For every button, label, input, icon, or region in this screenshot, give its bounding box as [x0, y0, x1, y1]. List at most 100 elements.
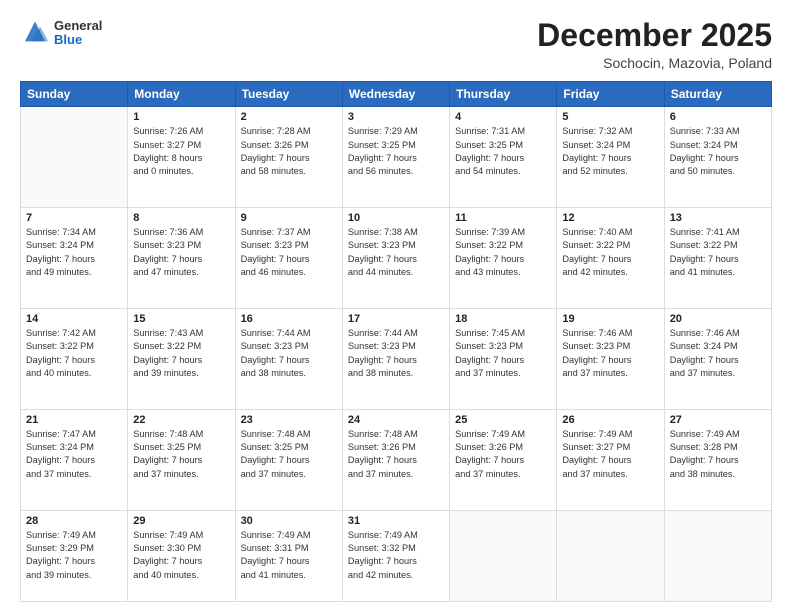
day-number: 3 — [348, 111, 444, 123]
table-cell: 10Sunrise: 7:38 AMSunset: 3:23 PMDayligh… — [342, 208, 449, 309]
cell-text: Sunrise: 7:49 AMSunset: 3:29 PMDaylight:… — [26, 529, 122, 582]
cell-text: Sunrise: 7:46 AMSunset: 3:23 PMDaylight:… — [562, 327, 658, 380]
col-wednesday: Wednesday — [342, 82, 449, 107]
cell-text: Sunrise: 7:43 AMSunset: 3:22 PMDaylight:… — [133, 327, 229, 380]
table-cell: 27Sunrise: 7:49 AMSunset: 3:28 PMDayligh… — [664, 409, 771, 510]
table-cell: 19 Sunrise: 7:46 AMSunset: 3:23 PMDayligh… — [557, 308, 664, 409]
cell-text: Sunrise: 7:48 AMSunset: 3:25 PMDaylight:… — [241, 428, 337, 481]
day-number: 7 — [26, 212, 122, 224]
day-number: 21 — [26, 414, 122, 426]
week-row-1: 1 Sunrise: 7:26 AMSunset: 3:27 PMDaylight… — [21, 107, 772, 208]
cell-text: Sunrise: 7:49 AMSunset: 3:31 PMDaylight:… — [241, 529, 337, 582]
day-number: 10 — [348, 212, 444, 224]
calendar-table: Sunday Monday Tuesday Wednesday Thursday… — [20, 81, 772, 602]
cell-text: Sunrise: 7:44 AMSunset: 3:23 PMDaylight:… — [348, 327, 444, 380]
week-row-5: 28 Sunrise: 7:49 AMSunset: 3:29 PMDayligh… — [21, 510, 772, 602]
day-number: 28 — [26, 515, 122, 527]
day-number: 4 — [455, 111, 551, 123]
cell-text: Sunrise: 7:33 AMSunset: 3:24 PMDaylight:… — [670, 125, 766, 178]
logo: General Blue — [20, 18, 102, 48]
cell-text: Sunrise: 7:42 AMSunset: 3:22 PMDaylight:… — [26, 327, 122, 380]
day-number: 26 — [562, 414, 658, 426]
cell-text: Sunrise: 7:45 AMSunset: 3:23 PMDaylight:… — [455, 327, 551, 380]
table-cell — [557, 510, 664, 602]
cell-text: Sunrise: 7:49 AMSunset: 3:30 PMDaylight:… — [133, 529, 229, 582]
table-cell: 11 Sunrise: 7:39 AMSunset: 3:22 PMDayligh… — [450, 208, 557, 309]
col-sunday: Sunday — [21, 82, 128, 107]
logo-blue: Blue — [54, 33, 102, 47]
day-number: 17 — [348, 313, 444, 325]
location: Sochocin, Mazovia, Poland — [537, 55, 772, 71]
month-year: December 2025 — [537, 18, 772, 53]
page: General Blue December 2025 Sochocin, Maz… — [0, 0, 792, 612]
table-cell: 26 Sunrise: 7:49 AMSunset: 3:27 PMDayligh… — [557, 409, 664, 510]
table-cell: 9 Sunrise: 7:37 AMSunset: 3:23 PMDaylight… — [235, 208, 342, 309]
day-number: 25 — [455, 414, 551, 426]
calendar-header-row: Sunday Monday Tuesday Wednesday Thursday… — [21, 82, 772, 107]
day-number: 13 — [670, 212, 766, 224]
table-cell: 8 Sunrise: 7:36 AMSunset: 3:23 PMDaylight… — [128, 208, 235, 309]
table-cell — [450, 510, 557, 602]
cell-text: Sunrise: 7:36 AMSunset: 3:23 PMDaylight:… — [133, 226, 229, 279]
table-cell: 1 Sunrise: 7:26 AMSunset: 3:27 PMDaylight… — [128, 107, 235, 208]
week-row-4: 21 Sunrise: 7:47 AMSunset: 3:24 PMDayligh… — [21, 409, 772, 510]
col-thursday: Thursday — [450, 82, 557, 107]
cell-text: Sunrise: 7:48 AMSunset: 3:26 PMDaylight:… — [348, 428, 444, 481]
table-cell: 30 Sunrise: 7:49 AMSunset: 3:31 PMDayligh… — [235, 510, 342, 602]
table-cell: 22 Sunrise: 7:48 AMSunset: 3:25 PMDayligh… — [128, 409, 235, 510]
table-cell: 24 Sunrise: 7:48 AMSunset: 3:26 PMDayligh… — [342, 409, 449, 510]
week-row-2: 7Sunrise: 7:34 AMSunset: 3:24 PMDaylight… — [21, 208, 772, 309]
cell-text: Sunrise: 7:49 AMSunset: 3:32 PMDaylight:… — [348, 529, 444, 582]
cell-text: Sunrise: 7:26 AMSunset: 3:27 PMDaylight:… — [133, 125, 229, 178]
table-cell: 5Sunrise: 7:32 AMSunset: 3:24 PMDaylight… — [557, 107, 664, 208]
table-cell: 16Sunrise: 7:44 AMSunset: 3:23 PMDayligh… — [235, 308, 342, 409]
cell-text: Sunrise: 7:39 AMSunset: 3:22 PMDaylight:… — [455, 226, 551, 279]
week-row-3: 14 Sunrise: 7:42 AMSunset: 3:22 PMDayligh… — [21, 308, 772, 409]
cell-text: Sunrise: 7:31 AMSunset: 3:25 PMDaylight:… — [455, 125, 551, 178]
table-cell: 2Sunrise: 7:28 AMSunset: 3:26 PMDaylight… — [235, 107, 342, 208]
day-number: 23 — [241, 414, 337, 426]
col-saturday: Saturday — [664, 82, 771, 107]
day-number: 16 — [241, 313, 337, 325]
table-cell: 25 Sunrise: 7:49 AMSunset: 3:26 PMDayligh… — [450, 409, 557, 510]
table-cell: 28 Sunrise: 7:49 AMSunset: 3:29 PMDayligh… — [21, 510, 128, 602]
table-cell: 15Sunrise: 7:43 AMSunset: 3:22 PMDayligh… — [128, 308, 235, 409]
day-number: 9 — [241, 212, 337, 224]
table-cell: 12Sunrise: 7:40 AMSunset: 3:22 PMDayligh… — [557, 208, 664, 309]
day-number: 14 — [26, 313, 122, 325]
table-cell: 23 Sunrise: 7:48 AMSunset: 3:25 PMDayligh… — [235, 409, 342, 510]
day-number: 18 — [455, 313, 551, 325]
table-cell: 14 Sunrise: 7:42 AMSunset: 3:22 PMDayligh… — [21, 308, 128, 409]
table-cell — [21, 107, 128, 208]
day-number: 30 — [241, 515, 337, 527]
table-cell — [664, 510, 771, 602]
cell-text: Sunrise: 7:28 AMSunset: 3:26 PMDaylight:… — [241, 125, 337, 178]
day-number: 24 — [348, 414, 444, 426]
title-block: December 2025 Sochocin, Mazovia, Poland — [537, 18, 772, 71]
col-tuesday: Tuesday — [235, 82, 342, 107]
day-number: 22 — [133, 414, 229, 426]
logo-icon — [20, 18, 50, 48]
table-cell: 21 Sunrise: 7:47 AMSunset: 3:24 PMDayligh… — [21, 409, 128, 510]
table-cell: 17 Sunrise: 7:44 AMSunset: 3:23 PMDayligh… — [342, 308, 449, 409]
day-number: 11 — [455, 212, 551, 224]
cell-text: Sunrise: 7:47 AMSunset: 3:24 PMDaylight:… — [26, 428, 122, 481]
day-number: 1 — [133, 111, 229, 123]
cell-text: Sunrise: 7:37 AMSunset: 3:23 PMDaylight:… — [241, 226, 337, 279]
day-number: 19 — [562, 313, 658, 325]
day-number: 5 — [562, 111, 658, 123]
cell-text: Sunrise: 7:48 AMSunset: 3:25 PMDaylight:… — [133, 428, 229, 481]
day-number: 20 — [670, 313, 766, 325]
table-cell: 13Sunrise: 7:41 AMSunset: 3:22 PMDayligh… — [664, 208, 771, 309]
day-number: 31 — [348, 515, 444, 527]
cell-text: Sunrise: 7:49 AMSunset: 3:27 PMDaylight:… — [562, 428, 658, 481]
col-monday: Monday — [128, 82, 235, 107]
col-friday: Friday — [557, 82, 664, 107]
table-cell: 3Sunrise: 7:29 AMSunset: 3:25 PMDaylight… — [342, 107, 449, 208]
table-cell: 29Sunrise: 7:49 AMSunset: 3:30 PMDayligh… — [128, 510, 235, 602]
day-number: 8 — [133, 212, 229, 224]
cell-text: Sunrise: 7:49 AMSunset: 3:28 PMDaylight:… — [670, 428, 766, 481]
table-cell: 6Sunrise: 7:33 AMSunset: 3:24 PMDaylight… — [664, 107, 771, 208]
header: General Blue December 2025 Sochocin, Maz… — [20, 18, 772, 71]
cell-text: Sunrise: 7:49 AMSunset: 3:26 PMDaylight:… — [455, 428, 551, 481]
